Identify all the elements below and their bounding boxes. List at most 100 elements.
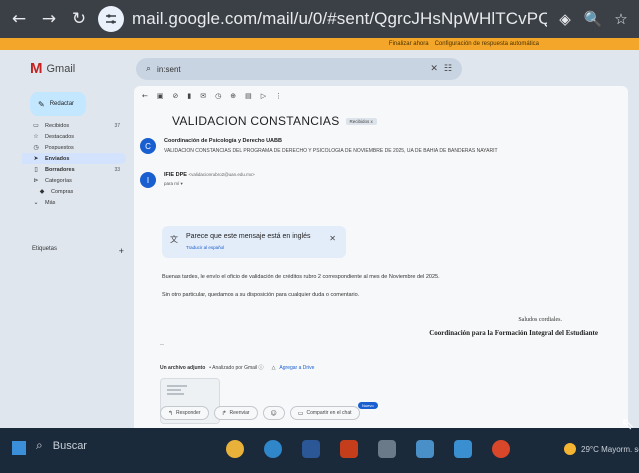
- reply-button[interactable]: ↰ Responder: [160, 406, 209, 420]
- labels-icon[interactable]: ▷: [261, 92, 266, 100]
- drive-icon: △: [271, 364, 276, 371]
- sidebar-item-more[interactable]: ⌄ Más: [22, 197, 126, 208]
- translate-link[interactable]: Traducir al español: [186, 245, 224, 250]
- translate-banner: 文 Parece que este mensaje está en inglés…: [162, 226, 346, 258]
- windows-taskbar: ⌕ Buscar 29°C Mayorm. sole: [0, 428, 639, 473]
- subject-line: VALIDACION CONSTANCIAS Recibidos x: [172, 114, 377, 128]
- sidebar-item-starred[interactable]: ☆ Destacados: [22, 131, 126, 142]
- search-icon[interactable]: ⌕: [146, 64, 151, 74]
- compose-button[interactable]: ✎ Redactar: [30, 92, 86, 116]
- report-spam-icon[interactable]: ⊘: [173, 92, 179, 100]
- inbox-label-badge[interactable]: Recibidos x: [345, 117, 377, 125]
- explorer-app-icon[interactable]: [454, 440, 472, 458]
- attachment-thumbnail: [167, 385, 187, 397]
- message-body-line: Sin otro particular, quedamos a su dispo…: [162, 292, 360, 298]
- chat-icon: ▭: [297, 409, 304, 417]
- share-chat-button[interactable]: ▭ Compartir en el chat: [289, 406, 360, 420]
- snooze-icon[interactable]: ◷: [215, 92, 221, 100]
- signature-name: Coordinación para la Formación Integral …: [429, 329, 598, 337]
- sidebar-item-label: Destacados: [45, 133, 75, 140]
- more-options-icon[interactable]: ⋮: [275, 92, 282, 100]
- sidebar: ▭ Recibidos 37 ☆ Destacados ◷ Pospuestos ➤ En…: [22, 120, 126, 208]
- emoji-icon: ☺: [270, 409, 277, 417]
- attachment-title: Un archivo adjunto: [160, 364, 206, 371]
- message-body-line: Buenas tardes, le envío el oficio de val…: [162, 274, 440, 280]
- share-chat-label: Compartir en el chat: [306, 410, 352, 416]
- chrome-app-icon[interactable]: [226, 440, 244, 458]
- translate-icon: 文: [170, 235, 178, 244]
- sidebar-item-drafts[interactable]: ▯ Borradores 33: [22, 164, 126, 175]
- move-to-icon[interactable]: ▤: [245, 92, 252, 100]
- sidebar-item-label: Enviados: [45, 155, 70, 162]
- chevron-down-icon: ⌄: [33, 199, 39, 206]
- finish-now-link[interactable]: Finalizar ahora: [389, 41, 429, 47]
- gmail-m-icon: M: [30, 60, 43, 77]
- sidebar-item-purchases[interactable]: ◆ Compras: [22, 186, 126, 197]
- back-icon[interactable]: ←: [142, 92, 148, 100]
- weather-widget[interactable]: 29°C Mayorm. sole: [564, 443, 639, 455]
- reply-icon: ↰: [168, 409, 174, 417]
- message-actions: ↰ Responder ↱ Reenviar ☺ ▭ Compartir en el …: [160, 406, 360, 420]
- add-task-icon[interactable]: ⊕: [230, 92, 236, 100]
- browser-app-icon[interactable]: [492, 440, 510, 458]
- gmail-logo[interactable]: M Gmail: [30, 60, 75, 77]
- auto-reply-settings-link[interactable]: Configuración de respuesta automática: [435, 41, 539, 47]
- site-info-icon[interactable]: [98, 6, 124, 32]
- weather-text: 29°C Mayorm. sole: [581, 444, 639, 454]
- sidebar-item-label: Compras: [51, 188, 74, 195]
- settings-app-icon[interactable]: [416, 440, 434, 458]
- photos-app-icon[interactable]: [378, 440, 396, 458]
- add-label-button[interactable]: +: [119, 246, 124, 256]
- mouse-cursor-icon: ⇖: [621, 414, 635, 433]
- search-options-icon[interactable]: ☷: [444, 64, 452, 74]
- add-to-drive-link[interactable]: Agregar a Drive: [279, 365, 314, 371]
- sidebar-item-count: 33: [114, 166, 120, 173]
- inbox-icon: ▭: [33, 122, 39, 129]
- bookmark-icon[interactable]: ☆: [611, 10, 631, 28]
- clear-search-icon[interactable]: ✕: [430, 64, 438, 74]
- label-icon: ⊳: [33, 177, 39, 184]
- signature-dash: --: [160, 342, 164, 348]
- forward-arrow-icon[interactable]: →: [38, 9, 60, 29]
- sidebar-item-label: Más: [45, 199, 56, 206]
- message-toolbar: ← ▣ ⊘ ▮ ✉ ◷ ⊕ ▤ ▷ ⋮: [142, 92, 282, 100]
- sidebar-item-inbox[interactable]: ▭ Recibidos 37: [22, 120, 126, 131]
- sidebar-item-snoozed[interactable]: ◷ Pospuestos: [22, 142, 126, 153]
- back-arrow-icon[interactable]: ←: [8, 9, 30, 29]
- message-sender[interactable]: IFIE DPE <validacionrubro2@uan.edu.mx>: [164, 172, 255, 178]
- labels-heading: Etiquetas +: [32, 246, 124, 256]
- extension-icon[interactable]: ◈: [555, 10, 575, 28]
- search-icon: ⌕: [36, 438, 43, 452]
- search-input[interactable]: [157, 64, 425, 74]
- recipient-dropdown[interactable]: para mí ▾: [164, 181, 183, 187]
- reply-label: Responder: [176, 410, 201, 416]
- close-icon[interactable]: ✕: [329, 234, 336, 243]
- delete-icon[interactable]: ▮: [187, 92, 191, 100]
- sidebar-item-sent[interactable]: ➤ Enviados: [22, 153, 126, 164]
- edge-app-icon[interactable]: [264, 440, 282, 458]
- taskbar-search[interactable]: ⌕ Buscar: [36, 438, 87, 453]
- address-bar[interactable]: mail.google.com/mail/u/0/#sent/QgrcJHsNp…: [132, 9, 547, 29]
- windows-start-icon[interactable]: [12, 441, 26, 455]
- send-icon: ➤: [33, 155, 39, 162]
- archive-icon[interactable]: ▣: [157, 92, 164, 100]
- forward-label: Reenviar: [229, 410, 250, 416]
- attachment-header: Un archivo adjunto • Analizado por Gmail…: [160, 364, 314, 372]
- thread-snippet[interactable]: VALIDACION CONSTANCIAS DEL PROGRAMA DE D…: [164, 148, 620, 154]
- emoji-button[interactable]: ☺: [262, 406, 285, 420]
- gmail-logo-text: Gmail: [46, 62, 76, 75]
- sidebar-item-categories[interactable]: ⊳ Categorías: [22, 175, 126, 186]
- avatar: I: [140, 172, 156, 188]
- word-app-icon[interactable]: [302, 440, 320, 458]
- forward-button[interactable]: ↱ Reenviar: [213, 406, 258, 420]
- mark-unread-icon[interactable]: ✉: [200, 92, 206, 100]
- scanned-by-gmail: • Analizado por Gmail ⓘ: [209, 365, 264, 371]
- pencil-icon: ✎: [38, 99, 45, 109]
- powerpoint-app-icon[interactable]: [340, 440, 358, 458]
- zoom-icon[interactable]: 🔍: [583, 10, 603, 28]
- sidebar-item-label: Recibidos: [45, 122, 70, 129]
- thread-sender[interactable]: Coordinación de Psicología y Derecho UAB…: [164, 138, 282, 144]
- sidebar-item-label: Categorías: [45, 177, 72, 184]
- reload-icon[interactable]: ↻: [68, 9, 90, 29]
- taskbar-apps: [226, 440, 510, 458]
